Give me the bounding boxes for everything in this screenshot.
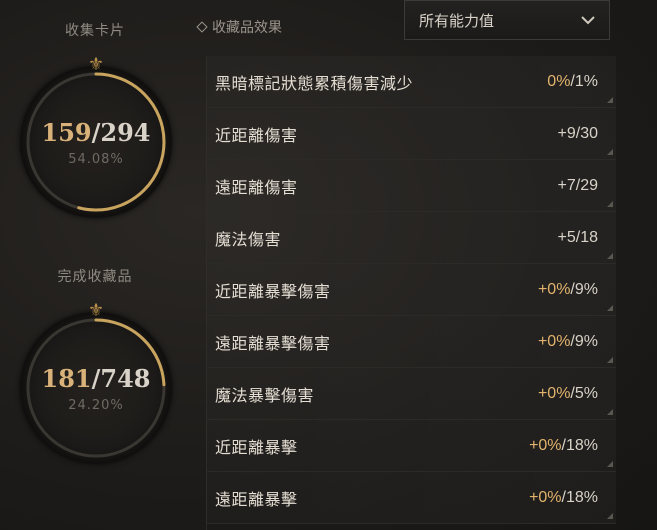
effect-label: 近距離暴擊 (215, 437, 298, 457)
items-current: 181 (41, 364, 92, 393)
effects-title: 收藏品效果 (212, 20, 282, 36)
effect-label: 近距離傷害 (215, 125, 298, 145)
cards-progress-ring: ⚜ 159/294 54.08% (20, 54, 172, 218)
effect-value: +0%/18% (529, 489, 598, 507)
effect-label: 魔法傷害 (215, 229, 282, 249)
effect-current: +0% (537, 332, 571, 350)
effect-row[interactable]: 魔法暴擊傷害 +0%/5% (206, 368, 616, 420)
effect-value: +0%/5% (538, 385, 598, 403)
effect-current: +0% (537, 280, 571, 298)
effect-max: /9% (570, 280, 598, 298)
stat-filter-dropdown[interactable]: 所有能力值 (404, 0, 610, 40)
effect-label: 遠距離暴擊 (215, 489, 298, 509)
effects-list: 黑暗標記狀態累積傷害減少 0%/1% 近距離傷害 +9/30 遠距離傷害 +7/… (206, 56, 616, 524)
effect-value: 0%/1% (547, 73, 598, 91)
effect-value: +9/30 (558, 125, 599, 143)
effect-max: /18% (561, 436, 598, 454)
effect-label: 遠距離傷害 (215, 177, 298, 197)
effect-max: /9% (570, 332, 598, 350)
effect-value: +0%/18% (529, 437, 598, 455)
effect-row[interactable]: 近距離暴擊 +0%/18% (206, 420, 616, 472)
cards-count: 159/294 (41, 118, 151, 147)
cards-percent: 54.08% (68, 152, 124, 167)
effect-row[interactable]: 魔法傷害 +5/18 (206, 212, 616, 264)
collection-progress-panel: 收集卡片 ⚜ 159/294 54.08% 完成收藏品 ⚜ 181/748 24… (0, 0, 190, 530)
stat-filter-value: 所有能力值 (419, 11, 495, 30)
items-count: 181/748 (41, 364, 151, 393)
items-progress-ring: ⚜ 181/748 24.20% (20, 300, 172, 464)
effect-label: 黑暗標記狀態累積傷害減少 (215, 73, 414, 93)
effect-value: +7/29 (558, 177, 599, 195)
effect-row[interactable]: 遠距離暴擊 +0%/18% (206, 472, 616, 524)
effect-row[interactable]: 近距離暴擊傷害 +0%/9% (206, 264, 616, 316)
effect-current: +0% (537, 384, 571, 402)
fleur-ornament-icon: ⚜ (87, 300, 105, 321)
effect-current: +0% (529, 436, 562, 454)
effect-max: /18% (561, 488, 598, 506)
effect-current: 0% (547, 72, 571, 90)
effect-max: /1% (570, 72, 598, 90)
effect-label: 遠距離暴擊傷害 (215, 333, 331, 353)
effect-row[interactable]: 黑暗標記狀態累積傷害減少 0%/1% (206, 56, 616, 108)
diamond-icon (196, 21, 208, 33)
fleur-ornament-icon: ⚜ (87, 54, 105, 75)
chevron-down-icon (581, 16, 595, 25)
effect-current: +5 (557, 228, 576, 246)
effect-max: /30 (575, 124, 598, 142)
effect-label: 魔法暴擊傷害 (215, 385, 315, 405)
effect-current: +7 (557, 176, 576, 194)
effect-max: /18 (575, 228, 598, 246)
effect-value: +5/18 (558, 229, 599, 247)
effect-label: 近距離暴擊傷害 (215, 281, 331, 301)
effect-value: +0%/9% (538, 333, 598, 351)
effect-max: /5% (570, 384, 598, 402)
effect-row[interactable]: 近距離傷害 +9/30 (206, 108, 616, 160)
effects-header: 收藏品效果 (196, 17, 282, 37)
items-percent: 24.20% (68, 398, 124, 413)
items-total: 748 (100, 364, 151, 393)
effect-row[interactable]: 遠距離暴擊傷害 +0%/9% (206, 316, 616, 368)
cards-section-label: 收集卡片 (65, 23, 125, 39)
cards-current: 159 (41, 118, 92, 147)
effect-max: /29 (575, 176, 598, 194)
effect-current: +9 (557, 124, 576, 142)
items-section-label: 完成收藏品 (57, 269, 133, 285)
cards-total: 294 (100, 118, 151, 147)
effect-current: +0% (529, 488, 562, 506)
effect-row[interactable]: 遠距離傷害 +7/29 (206, 160, 616, 212)
effect-value: +0%/9% (538, 281, 598, 299)
